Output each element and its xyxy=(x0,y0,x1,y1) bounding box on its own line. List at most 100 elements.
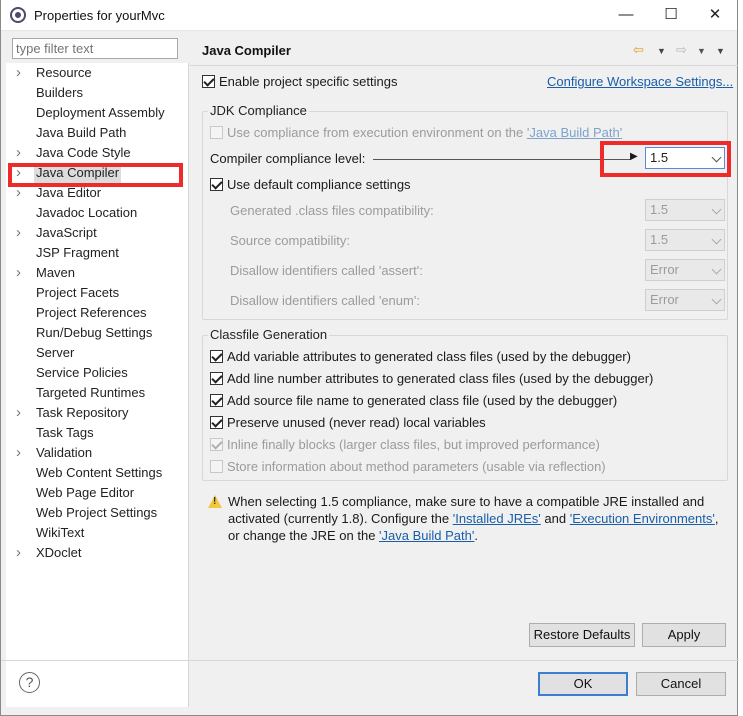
chevron-right-icon[interactable]: › xyxy=(16,223,21,243)
tree-item[interactable]: Service Policies xyxy=(6,363,188,383)
java-build-path-link-disabled[interactable]: 'Java Build Path' xyxy=(527,125,622,140)
tree-item-label: Validation xyxy=(36,445,93,460)
tree-item[interactable]: WikiText xyxy=(6,523,188,543)
checkbox-checked-icon[interactable] xyxy=(210,350,223,363)
tree-item[interactable]: › JavaScript xyxy=(6,223,188,243)
forward-arrow-icon[interactable]: ⇨ xyxy=(676,42,687,58)
title-bar: Properties for yourMvc — ☐ ✕ xyxy=(1,0,737,31)
chevron-right-icon[interactable]: › xyxy=(16,183,21,203)
tree-item[interactable]: Web Project Settings xyxy=(6,503,188,523)
generated-compat-label: Generated .class files compatibility: xyxy=(230,203,434,218)
tree-item-label: Java Editor xyxy=(36,185,102,200)
compliance-level-combo[interactable]: 1.5 xyxy=(645,147,725,169)
classfile-option-checkbox[interactable]: Preserve unused (never read) local varia… xyxy=(210,415,486,430)
checkbox-checked-icon[interactable] xyxy=(202,75,215,88)
tree-item[interactable]: Web Content Settings xyxy=(6,463,188,483)
tree-item[interactable]: › Maven xyxy=(6,263,188,283)
chevron-down-icon xyxy=(711,204,722,215)
ok-button[interactable]: OK xyxy=(538,672,628,696)
jdk-compliance-label: JDK Compliance xyxy=(208,103,309,118)
use-default-compliance-checkbox[interactable]: Use default compliance settings xyxy=(210,177,411,192)
tree-item-label: Web Project Settings xyxy=(36,505,158,520)
property-page-tree: › Resource Builders Deployment Assembly Java… xyxy=(6,63,189,707)
minimize-button[interactable]: — xyxy=(606,4,646,26)
use-env-compliance-checkbox[interactable]: Use compliance from execution environmen… xyxy=(210,125,622,140)
checkbox-unchecked-icon[interactable] xyxy=(210,460,223,473)
checkbox-unchecked-icon[interactable] xyxy=(210,126,223,139)
tree-item-label: Task Repository xyxy=(36,405,129,420)
cancel-button[interactable]: Cancel xyxy=(636,672,726,696)
tree-item-label: JSP Fragment xyxy=(36,245,119,260)
apply-button[interactable]: Apply xyxy=(642,623,726,647)
classfile-option-checkbox[interactable]: Inline finally blocks (larger class file… xyxy=(210,437,600,452)
tree-item[interactable]: › Java Editor xyxy=(6,183,188,203)
chevron-down-icon xyxy=(711,152,722,163)
installed-jres-link[interactable]: 'Installed JREs' xyxy=(453,511,541,526)
chevron-right-icon[interactable]: › xyxy=(16,143,21,163)
tree-item[interactable]: Run/Debug Settings xyxy=(6,323,188,343)
compliance-warning-text: When selecting 1.5 compliance, make sure… xyxy=(228,494,719,543)
tree-item[interactable]: › Task Repository xyxy=(6,403,188,423)
tree-item-label: Project Facets xyxy=(36,285,120,300)
tree-item-label: Deployment Assembly xyxy=(36,105,165,120)
tree-item[interactable]: › Validation xyxy=(6,443,188,463)
checkbox-checked-icon[interactable] xyxy=(210,394,223,407)
execution-environments-link[interactable]: 'Execution Environments' xyxy=(570,511,715,526)
tree-item[interactable]: Project References xyxy=(6,303,188,323)
java-build-path-link[interactable]: 'Java Build Path' xyxy=(379,528,474,543)
maximize-button[interactable]: ☐ xyxy=(651,4,691,26)
disallow-enum-combo[interactable]: Error xyxy=(645,289,725,311)
checkbox-checked-icon[interactable] xyxy=(210,178,223,191)
chevron-right-icon[interactable]: › xyxy=(16,263,21,283)
properties-window: Properties for yourMvc — ☐ ✕ › Resource Bu… xyxy=(0,0,739,716)
tree-item[interactable]: › Resource xyxy=(6,63,188,83)
generated-compat-combo[interactable]: 1.5 xyxy=(645,199,725,221)
tree-item-label: Java Code Style xyxy=(36,145,131,160)
tree-item[interactable]: Java Build Path xyxy=(6,123,188,143)
classfile-option-checkbox[interactable]: Add line number attributes to generated … xyxy=(210,371,653,386)
view-menu-icon[interactable]: ▼ xyxy=(716,46,725,56)
chevron-right-icon[interactable]: › xyxy=(16,403,21,423)
enable-project-settings-checkbox[interactable]: Enable project specific settings xyxy=(202,74,397,89)
chevron-right-icon[interactable]: › xyxy=(16,543,21,563)
chevron-right-icon[interactable]: › xyxy=(16,163,21,183)
tree-item[interactable]: Server xyxy=(6,343,188,363)
restore-defaults-button[interactable]: Restore Defaults xyxy=(529,623,635,647)
classfile-option-checkbox[interactable]: Store information about method parameter… xyxy=(210,459,606,474)
tree-item[interactable]: › Java Compiler xyxy=(6,163,188,183)
checkbox-checked-icon[interactable] xyxy=(210,416,223,429)
back-dropdown-icon[interactable]: ▼ xyxy=(657,46,666,56)
tree-item[interactable]: Task Tags xyxy=(6,423,188,443)
checkbox-checked-icon[interactable] xyxy=(210,372,223,385)
tree-item-label: Server xyxy=(36,345,75,360)
configure-workspace-link[interactable]: Configure Workspace Settings... xyxy=(547,74,733,89)
classfile-option-checkbox[interactable]: Add variable attributes to generated cla… xyxy=(210,349,631,364)
tree-item[interactable]: › XDoclet xyxy=(6,543,188,563)
tree-item[interactable]: Builders xyxy=(6,83,188,103)
chevron-right-icon[interactable]: › xyxy=(16,63,21,83)
filter-input[interactable] xyxy=(12,38,178,59)
checkbox-checked-icon[interactable] xyxy=(210,438,223,451)
tree-item[interactable]: Targeted Runtimes xyxy=(6,383,188,403)
source-compat-combo[interactable]: 1.5 xyxy=(645,229,725,251)
forward-dropdown-icon[interactable]: ▼ xyxy=(697,46,706,56)
tree-item-label: Builders xyxy=(36,85,83,100)
tree-item-label: Web Content Settings xyxy=(36,465,163,480)
tree-item-label: Java Compiler xyxy=(34,163,122,183)
tree-item[interactable]: › Java Code Style xyxy=(6,143,188,163)
back-arrow-icon[interactable]: ⇦ xyxy=(633,42,644,58)
close-button[interactable]: ✕ xyxy=(695,4,735,26)
tree-item[interactable]: Web Page Editor xyxy=(6,483,188,503)
tree-item[interactable]: JSP Fragment xyxy=(6,243,188,263)
tree-item[interactable]: Deployment Assembly xyxy=(6,103,188,123)
help-icon[interactable]: ? xyxy=(19,672,40,693)
classfile-option-checkbox[interactable]: Add source file name to generated class … xyxy=(210,393,617,408)
chevron-right-icon[interactable]: › xyxy=(16,443,21,463)
tree-item[interactable]: Javadoc Location xyxy=(6,203,188,223)
page-title: Java Compiler xyxy=(202,43,291,58)
classfile-generation-label: Classfile Generation xyxy=(208,327,330,342)
tree-item-label: Task Tags xyxy=(36,425,94,440)
tree-item[interactable]: Project Facets xyxy=(6,283,188,303)
disallow-assert-combo[interactable]: Error xyxy=(645,259,725,281)
compliance-level-label: Compiler compliance level: xyxy=(210,151,366,166)
